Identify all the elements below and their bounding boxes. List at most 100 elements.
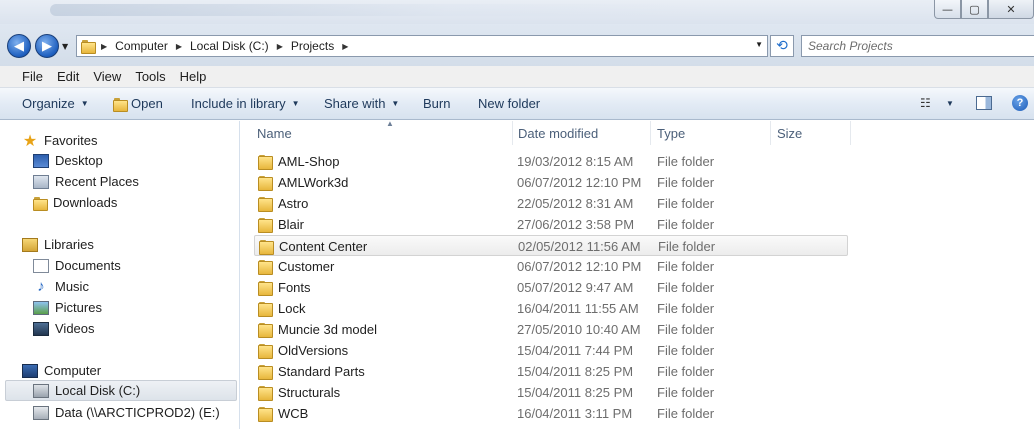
refresh-icon: ⟲ — [776, 38, 788, 54]
date-modified: 15/04/2011 8:25 PM — [517, 364, 634, 379]
breadcrumb-chevron-icon[interactable]: ▶ — [176, 42, 182, 51]
menu-edit[interactable]: Edit — [57, 69, 79, 84]
include-in-library-button[interactable]: Include in library ▼ — [191, 96, 300, 111]
address-bar[interactable]: ▶ Computer ▶ Local Disk (C:) ▶ Projects … — [76, 35, 768, 57]
file-type: File folder — [657, 406, 715, 421]
nav-pictures[interactable]: Pictures — [33, 297, 102, 318]
date-modified: 27/05/2010 10:40 AM — [517, 322, 641, 337]
organize-label: Organize — [22, 96, 75, 111]
nav-recent-places[interactable]: Recent Places — [33, 171, 139, 192]
back-button[interactable]: ◀ — [7, 34, 31, 58]
folder-icon — [259, 239, 275, 255]
title-text-blurred — [50, 4, 710, 16]
address-row: ◀ ▶ ▼ ▶ Computer ▶ Local Disk (C:) ▶ Pro… — [0, 24, 1034, 66]
file-type: File folder — [657, 364, 715, 379]
recent-places-icon — [33, 174, 49, 189]
column-header-name[interactable]: ▲ Name — [251, 119, 513, 145]
view-options-icon[interactable]: ☷ — [920, 96, 931, 110]
recent-pages-dropdown[interactable]: ▼ — [62, 42, 68, 51]
sort-ascending-icon: ▲ — [386, 119, 394, 128]
star-icon: ★ — [22, 132, 38, 150]
column-label: Size — [777, 126, 803, 141]
breadcrumb-chevron-icon[interactable]: ▶ — [277, 42, 283, 51]
table-row[interactable]: Fonts 05/07/2012 9:47 AM File folder — [254, 277, 848, 298]
menu-view[interactable]: View — [93, 69, 121, 84]
table-row[interactable]: Content Center 02/05/2012 11:56 AM File fo… — [254, 235, 848, 256]
pictures-icon — [33, 300, 49, 315]
nav-label: Libraries — [44, 237, 94, 252]
organize-button[interactable]: Organize ▼ — [22, 96, 89, 111]
nav-label: Documents — [55, 258, 121, 273]
nav-videos[interactable]: Videos — [33, 318, 95, 339]
file-type: File folder — [657, 301, 715, 316]
address-history-dropdown[interactable]: ▼ — [755, 40, 763, 49]
column-header-date[interactable]: Date modified — [512, 121, 651, 145]
nav-label: Desktop — [55, 153, 103, 168]
chevron-down-icon: ▼ — [80, 99, 89, 108]
search-input[interactable]: Search Projects — [801, 35, 1034, 57]
table-row[interactable]: Blair 27/06/2012 3:58 PM File folder — [254, 214, 848, 235]
file-name: Structurals — [278, 385, 341, 400]
open-button[interactable]: Open — [113, 96, 163, 112]
breadcrumb-chevron-icon[interactable]: ▶ — [101, 42, 107, 51]
help-icon[interactable]: ? — [1012, 95, 1028, 111]
forward-button[interactable]: ▶ — [35, 34, 59, 58]
breadcrumb-computer[interactable]: Computer — [115, 39, 168, 53]
menu-help[interactable]: Help — [180, 69, 207, 84]
table-row[interactable]: Astro 22/05/2012 8:31 AM File folder — [254, 193, 848, 214]
include-label: Include in library — [191, 96, 286, 111]
nav-data-drive[interactable]: Data (\\ARCTICPROD2) (E:) — [33, 402, 220, 423]
burn-button[interactable]: Burn — [423, 96, 450, 111]
nav-label: Videos — [55, 321, 95, 336]
menu-file[interactable]: File — [22, 69, 43, 84]
date-modified: 22/05/2012 8:31 AM — [517, 196, 634, 211]
date-modified: 27/06/2012 3:58 PM — [517, 217, 635, 232]
refresh-button[interactable]: ⟲ — [770, 35, 794, 57]
nav-downloads[interactable]: Downloads — [33, 192, 117, 213]
minimize-button[interactable]: — — [934, 0, 961, 19]
file-name: Astro — [278, 196, 309, 211]
breadcrumb-projects[interactable]: Projects — [291, 39, 334, 53]
nav-documents[interactable]: Documents — [33, 255, 121, 276]
table-row[interactable]: Customer 06/07/2012 12:10 PM File folder — [254, 256, 848, 277]
table-row[interactable]: Muncie 3d model 27/05/2010 10:40 AM File f… — [254, 319, 848, 340]
menu-bar: File Edit View Tools Help — [0, 66, 1034, 88]
share-with-button[interactable]: Share with ▼ — [324, 96, 399, 111]
table-row[interactable]: Structurals 15/04/2011 8:25 PM File folder — [254, 382, 848, 403]
preview-pane-icon[interactable] — [976, 96, 992, 110]
file-type: File folder — [657, 259, 715, 274]
menu-tools[interactable]: Tools — [135, 69, 165, 84]
date-modified: 15/04/2011 8:25 PM — [517, 385, 634, 400]
nav-local-disk[interactable]: Local Disk (C:) — [5, 380, 237, 401]
table-row[interactable]: AMLWork3d 06/07/2012 12:10 PM File folder — [254, 172, 848, 193]
breadcrumb-local-disk[interactable]: Local Disk (C:) — [190, 39, 269, 53]
column-header-type[interactable]: Type — [651, 121, 771, 145]
file-name: Lock — [278, 301, 306, 316]
view-options-dropdown[interactable]: ▼ — [946, 99, 954, 108]
arrow-right-icon: ▶ — [42, 38, 52, 54]
file-name: OldVersions — [278, 343, 349, 358]
hard-drive-icon — [33, 383, 49, 398]
date-modified: 06/07/2012 12:10 PM — [517, 259, 642, 274]
table-row[interactable]: WCB 16/04/2011 3:11 PM File folder — [254, 403, 848, 424]
date-modified: 05/07/2012 9:47 AM — [517, 280, 634, 295]
file-name: AML-Shop — [278, 154, 340, 169]
file-list: ▲ Name Date modified Type Size AML-Shop 1… — [241, 119, 1034, 429]
window-controls: — ▢ ✕ — [934, 0, 1034, 20]
folder-icon — [258, 217, 274, 233]
nav-desktop[interactable]: Desktop — [33, 150, 103, 171]
nav-libraries[interactable]: Libraries — [22, 234, 94, 255]
nav-computer[interactable]: Computer — [22, 360, 101, 381]
maximize-button[interactable]: ▢ — [961, 0, 988, 19]
breadcrumb-chevron-icon[interactable]: ▶ — [342, 42, 348, 51]
table-row[interactable]: Lock 16/04/2011 11:55 AM File folder — [254, 298, 848, 319]
table-row[interactable]: OldVersions 15/04/2011 7:44 PM File folder — [254, 340, 848, 361]
table-row[interactable]: Standard Parts 15/04/2011 8:25 PM File fol… — [254, 361, 848, 382]
new-folder-label: New folder — [478, 96, 541, 111]
table-row[interactable]: AML-Shop 19/03/2012 8:15 AM File folder — [254, 151, 848, 172]
new-folder-button[interactable]: New folder — [478, 96, 540, 111]
column-header-size[interactable]: Size — [771, 121, 851, 145]
nav-favorites[interactable]: ★ Favorites — [22, 130, 98, 151]
nav-music[interactable]: ♪ Music — [33, 276, 89, 297]
close-button[interactable]: ✕ — [988, 0, 1034, 19]
